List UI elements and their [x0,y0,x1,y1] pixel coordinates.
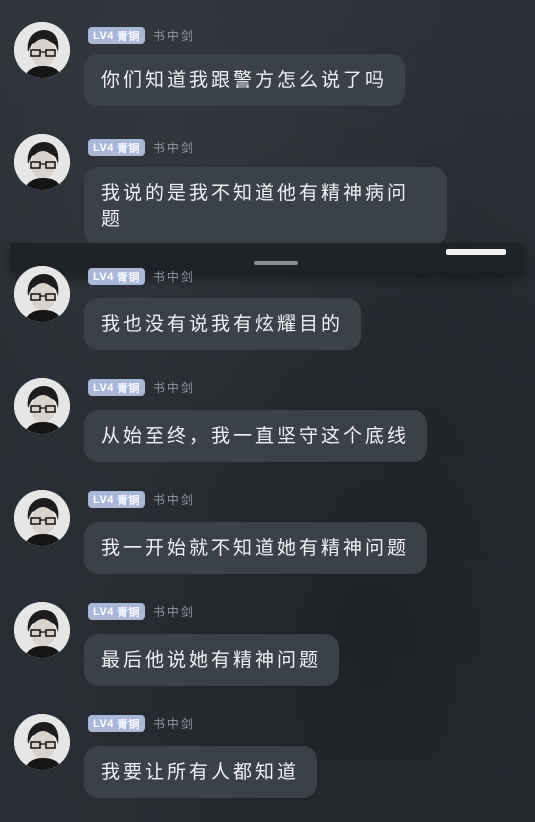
avatar-icon [14,134,70,190]
message-bubble[interactable]: 从始至终，我一直坚守这个底线 [84,410,428,462]
avatar[interactable] [14,490,70,546]
chat-message: LV4 青铜 书中剑 我说的是我不知道他有精神病问题 [0,112,535,245]
avatar[interactable] [14,378,70,434]
message-bubble[interactable]: 我一开始就不知道她有精神问题 [84,522,428,574]
avatar[interactable] [14,602,70,658]
username[interactable]: 书中剑 [153,268,195,285]
message-meta: LV4 青铜 书中剑 [88,139,195,156]
message-meta: LV4 青铜 书中剑 [88,27,195,44]
message-text: 我要让所有人都知道 [101,761,300,783]
message-text: 我说的是我不知道他有精神病问题 [101,182,410,230]
message-meta: LV4 青铜 书中剑 [88,379,195,396]
username[interactable]: 书中剑 [153,603,195,620]
chat-message: LV4 青铜 书中剑 从始至终，我一直坚守这个底线 [0,356,535,468]
chat-message: LV4 青铜 书中剑 你们知道我跟警方怎么说了吗 [0,0,535,110]
message-bubble[interactable]: 最后他说她有精神问题 [84,634,340,686]
chat-message: LV4 青铜 书中剑 最后他说她有精神问题 [0,580,535,692]
avatar[interactable] [14,266,70,322]
avatar-icon [14,602,70,658]
message-meta: LV4 青铜 书中剑 [88,603,195,620]
level-badge: LV4 青铜 [88,139,145,156]
message-meta: LV4 青铜 书中剑 [88,491,195,508]
avatar-icon [14,490,70,546]
avatar[interactable] [14,134,70,190]
chat-message: LV4 青铜 书中剑 我一开始就不知道她有精神问题 [0,468,535,580]
message-bubble[interactable]: 我说的是我不知道他有精神病问题 [84,167,447,245]
level-badge: LV4 青铜 [88,379,145,396]
level-badge: LV4 青铜 [88,268,145,285]
chat-list[interactable]: LV4 青铜 书中剑 你们知道我跟警方怎么说了吗 LV4 青铜 书中剑 我说的是我不… [0,0,535,822]
level-badge: LV4 青铜 [88,715,145,732]
level-badge: LV4 青铜 [88,27,145,44]
message-bubble[interactable]: 我也没有说我有炫耀目的 [84,298,362,350]
message-bubble[interactable]: 你们知道我跟警方怎么说了吗 [84,54,406,106]
avatar[interactable] [14,714,70,770]
username[interactable]: 书中剑 [153,715,195,732]
message-meta: LV4 青铜 书中剑 [88,268,195,285]
avatar-icon [14,378,70,434]
message-text: 最后他说她有精神问题 [101,649,322,671]
chat-message: LV4 青铜 书中剑 我要让所有人都知道 [0,692,535,822]
avatar-icon [14,22,70,78]
level-badge: LV4 青铜 [88,491,145,508]
chat-message: LV4 青铜 书中剑 我也没有说我有炫耀目的 [0,246,535,358]
avatar-icon [14,266,70,322]
username[interactable]: 书中剑 [153,27,195,44]
username[interactable]: 书中剑 [153,139,195,156]
message-text: 你们知道我跟警方怎么说了吗 [101,69,388,91]
message-bubble[interactable]: 我要让所有人都知道 [84,746,318,798]
message-text: 从始至终，我一直坚守这个底线 [101,425,410,447]
message-text: 我也没有说我有炫耀目的 [101,313,344,335]
level-badge: LV4 青铜 [88,603,145,620]
avatar-icon [14,714,70,770]
avatar[interactable] [14,22,70,78]
message-text: 我一开始就不知道她有精神问题 [101,537,410,559]
message-meta: LV4 青铜 书中剑 [88,715,195,732]
username[interactable]: 书中剑 [153,379,195,396]
username[interactable]: 书中剑 [153,491,195,508]
